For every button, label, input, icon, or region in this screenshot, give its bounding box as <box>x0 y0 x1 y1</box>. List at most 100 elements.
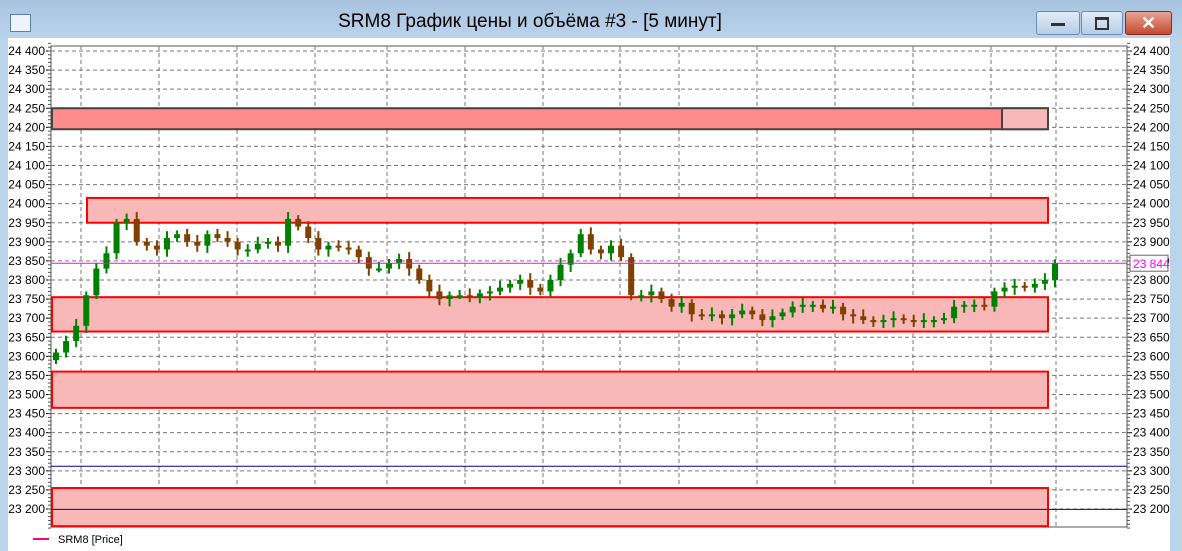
y-tick-label-right: 23 400 <box>1133 426 1170 440</box>
candle-body <box>194 241 201 246</box>
candle-body <box>285 218 292 246</box>
candle-body <box>133 218 140 242</box>
candle-body <box>537 287 544 292</box>
y-tick-label-left: 23 900 <box>8 235 45 249</box>
candle-body <box>608 245 614 254</box>
candle-body <box>164 238 170 250</box>
candle-body <box>850 314 857 317</box>
price-zone <box>51 370 1049 409</box>
candle-body <box>688 302 695 315</box>
candle-body <box>113 222 120 254</box>
candle-body <box>880 320 887 323</box>
price-zone-extension <box>1001 107 1049 131</box>
y-tick-label-right: 23 600 <box>1133 349 1170 363</box>
candle-body <box>951 306 958 319</box>
candle-body <box>507 283 514 288</box>
candle-body <box>830 306 836 309</box>
candle-body <box>214 234 221 239</box>
candle-body <box>305 226 312 239</box>
candle-body <box>719 314 725 319</box>
candle-body <box>103 253 110 269</box>
candle-body <box>789 306 796 313</box>
candle-body <box>426 280 433 292</box>
candle-body <box>295 218 302 227</box>
candle-body <box>870 320 877 323</box>
candle-body <box>1031 283 1038 288</box>
candle-body <box>466 295 473 298</box>
y-tick-label-right: 23 800 <box>1133 273 1170 287</box>
candle-body <box>678 302 685 307</box>
y-tick-label-right: 23 550 <box>1133 368 1170 382</box>
y-tick-label-right: 24 000 <box>1133 197 1170 211</box>
candle-body <box>759 314 766 321</box>
legend-label: SRM8 [Price] <box>58 534 123 546</box>
candle <box>93 263 100 300</box>
candle-body <box>406 259 413 269</box>
y-tick-label-left: 23 550 <box>8 368 45 382</box>
y-tick-label-left: 23 850 <box>8 254 45 268</box>
y-tick-label-left: 23 200 <box>8 502 45 516</box>
y-tick-label-left: 23 750 <box>8 292 45 306</box>
candle-body <box>63 341 70 353</box>
candle-body <box>900 318 907 321</box>
candle-body <box>638 295 645 298</box>
y-tick-label-left: 23 400 <box>8 426 45 440</box>
y-tick-label-right: 23 900 <box>1133 235 1170 249</box>
candle-body <box>749 310 756 315</box>
candle-body <box>1021 285 1028 288</box>
candle-body <box>517 280 524 284</box>
y-tick-label-right: 23 200 <box>1133 502 1170 516</box>
candle-body <box>1041 280 1048 284</box>
candle-body <box>739 310 746 315</box>
y-tick-label-right: 24 200 <box>1133 120 1170 134</box>
candle-body <box>345 247 352 250</box>
candle-body <box>930 320 937 323</box>
y-tick-label-right: 23 450 <box>1133 407 1170 421</box>
y-tick-label-left: 24 250 <box>8 101 45 115</box>
candle-body <box>1052 263 1058 280</box>
y-tick-label-right: 23 950 <box>1133 216 1170 230</box>
y-tick-label-right: 23 250 <box>1133 483 1170 497</box>
candle-body <box>446 295 453 300</box>
y-tick-label-left: 23 600 <box>8 349 45 363</box>
price-zone <box>86 196 1049 224</box>
y-tick-label-right: 24 250 <box>1133 101 1170 115</box>
candle-body <box>355 249 362 258</box>
candle-body <box>325 245 332 250</box>
y-tick-label-left: 24 200 <box>8 120 45 134</box>
y-tick-label-left: 24 150 <box>8 139 45 153</box>
candle-body <box>547 280 554 292</box>
candle-body <box>729 314 736 319</box>
y-tick-label-right: 23 500 <box>1133 388 1170 402</box>
y-tick-label-left: 23 450 <box>8 407 45 421</box>
y-tick-label-right: 23 350 <box>1133 445 1170 459</box>
candle-body <box>315 238 322 250</box>
y-tick-label-left: 23 800 <box>8 273 45 287</box>
candle-body <box>486 291 493 294</box>
y-tick-label-right: 23 650 <box>1133 330 1170 344</box>
candle-body <box>174 234 181 239</box>
candle-body <box>234 241 241 250</box>
y-tick-label-right: 24 050 <box>1133 178 1170 192</box>
candle-body <box>920 320 927 323</box>
candle-body <box>456 295 463 298</box>
candle <box>628 253 635 301</box>
candle-body <box>254 243 261 250</box>
price-zone <box>51 296 1049 333</box>
candle-body <box>648 291 655 296</box>
candle-body <box>941 318 947 321</box>
candle-body <box>779 312 786 317</box>
candle-body <box>497 287 503 292</box>
candle-body <box>204 234 211 246</box>
candle-body <box>1001 287 1008 292</box>
candle-body <box>83 295 90 326</box>
candle-body <box>809 304 816 307</box>
candle-body <box>335 245 342 248</box>
candle-body <box>264 241 271 244</box>
candle-body <box>769 316 776 321</box>
price-chart[interactable]: 24 400 24 400 24 350 24 350 24 300 24 300 24 2… <box>0 0 1182 551</box>
candle-body <box>244 249 251 252</box>
candle-body <box>890 318 897 321</box>
candle-body <box>708 314 715 317</box>
candle-body <box>971 304 978 307</box>
